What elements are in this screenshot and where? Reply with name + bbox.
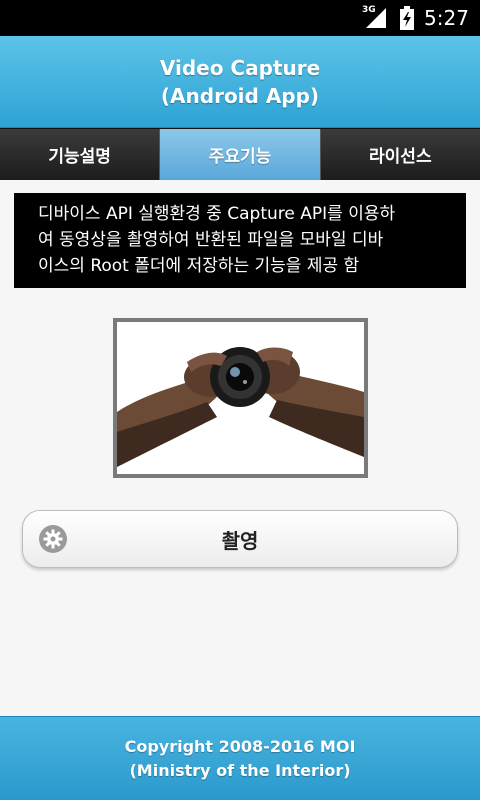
description-box: 디바이스 API 실행환경 중 Capture API를 이용하 여 동영상을 … [14, 193, 466, 288]
capture-button[interactable]: 촬영 [22, 510, 458, 568]
camera-photo [117, 322, 364, 474]
status-bar: 3G 5:27 [0, 0, 480, 36]
description-line: 이스의 Root 폴더에 저장하는 기능을 제공 함 [38, 256, 360, 276]
clock: 5:27 [424, 6, 469, 30]
signal-icon [366, 8, 386, 28]
battery-charging-icon [400, 6, 414, 30]
footer: Copyright 2008-2016 MOI (Ministry of the… [0, 716, 480, 800]
tab-feature-description[interactable]: 기능설명 [0, 129, 161, 180]
description-line: 여 동영상을 촬영하여 반환된 파일을 모바일 디바 [38, 230, 384, 250]
tab-bar: 기능설명 주요기능 라이선스 [0, 128, 480, 180]
description-line: 디바이스 API 실행환경 중 Capture API를 이용하 [38, 204, 396, 224]
app-title: Video Capture [159, 55, 321, 80]
app-subtitle: (Android App) [160, 83, 320, 108]
gear-icon [39, 525, 67, 553]
copyright-text: Copyright 2008-2016 MOI [124, 736, 356, 756]
organization-text: (Ministry of the Interior) [129, 760, 351, 780]
capture-button-label: 촬영 [221, 528, 259, 553]
tab-license[interactable]: 라이선스 [320, 129, 480, 180]
app-header: Video Capture (Android App) [0, 36, 480, 128]
camera-hands-image [113, 318, 368, 478]
tab-main-features[interactable]: 주요기능 [160, 129, 321, 180]
